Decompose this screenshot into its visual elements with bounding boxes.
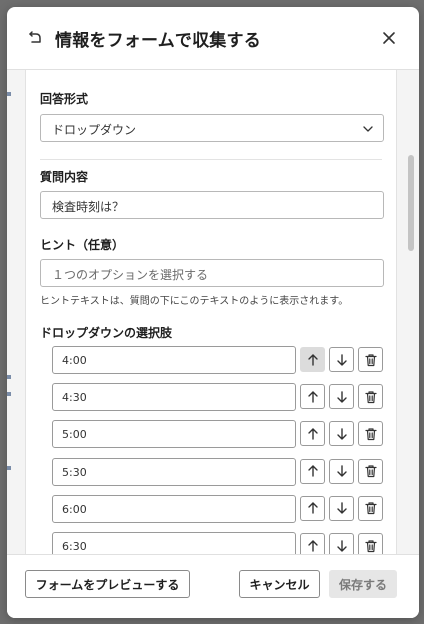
background-mark — [7, 392, 11, 396]
option-input[interactable]: 4:30 — [52, 383, 296, 412]
delete-option-button[interactable] — [358, 458, 383, 484]
move-up-button[interactable] — [300, 347, 325, 372]
trash-icon — [364, 428, 377, 440]
move-down-button[interactable] — [329, 533, 354, 554]
move-up-button[interactable] — [300, 458, 325, 484]
trash-icon — [364, 353, 377, 366]
move-down-button[interactable] — [329, 458, 354, 484]
trash-icon — [364, 539, 377, 552]
dialog-body: 回答形式 ドロップダウン 質問内容 検査時刻は？ ヒント（任意） １つのオプショ… — [7, 70, 419, 554]
option-input[interactable]: 4:00 — [52, 346, 296, 374]
dialog-header: 情報をフォームで収集する — [7, 7, 419, 70]
delete-option-button[interactable] — [358, 384, 383, 410]
move-up-button[interactable] — [300, 533, 325, 554]
delete-option-button[interactable] — [358, 347, 383, 372]
move-up-button[interactable] — [300, 384, 325, 410]
arrow-down-icon — [336, 502, 347, 514]
form-collect-icon — [29, 31, 41, 43]
hint-input[interactable]: １つのオプションを選択する — [40, 259, 384, 287]
move-down-button[interactable] — [329, 495, 354, 521]
cancel-button[interactable]: キャンセル — [239, 570, 320, 598]
scrollbar-thumb[interactable] — [408, 155, 414, 251]
section-divider — [40, 159, 382, 160]
delete-option-button[interactable] — [358, 421, 383, 447]
trash-icon — [364, 502, 377, 515]
preview-form-button[interactable]: フォームをプレビューする — [25, 570, 190, 598]
dialog-title: 情報をフォームで収集する — [55, 31, 261, 51]
arrow-down-icon — [336, 539, 347, 552]
arrow-up-icon — [307, 428, 318, 440]
option-row: 5:00 — [52, 420, 384, 449]
delete-option-button[interactable] — [358, 495, 383, 521]
move-down-button[interactable] — [329, 421, 354, 447]
option-row: 4:00 — [52, 346, 384, 374]
move-up-button[interactable] — [300, 421, 325, 447]
dropdown-options-label: ドロップダウンの選択肢 — [40, 326, 173, 340]
arrow-down-icon — [336, 428, 347, 440]
option-input[interactable]: 5:00 — [52, 420, 296, 449]
arrow-down-icon — [336, 390, 347, 403]
move-down-button[interactable] — [329, 384, 354, 410]
collect-info-dialog: 情報をフォームで収集する 回答形式 ドロップダウン 質問内容 検査時刻は？ ヒン… — [7, 7, 419, 618]
hint-placeholder: １つのオプションを選択する — [52, 268, 209, 282]
answer-format-select[interactable]: ドロップダウン — [40, 114, 384, 142]
background-mark — [7, 375, 11, 379]
arrow-up-icon — [307, 390, 318, 403]
arrow-up-icon — [307, 465, 318, 477]
answer-format-value: ドロップダウン — [52, 123, 137, 137]
question-value: 検査時刻は？ — [52, 200, 125, 214]
option-input[interactable]: 6:30 — [52, 532, 296, 554]
chevron-down-icon — [363, 126, 373, 132]
option-row: 4:30 — [52, 383, 384, 412]
move-up-button[interactable] — [300, 495, 325, 521]
arrow-down-icon — [336, 465, 347, 477]
option-input[interactable]: 6:00 — [52, 494, 296, 523]
background-page-strip — [7, 70, 25, 554]
arrow-up-icon — [307, 539, 318, 552]
option-input[interactable]: 5:30 — [52, 457, 296, 486]
hint-label: ヒント（任意） — [40, 238, 125, 252]
option-row: 6:30 — [52, 532, 384, 554]
option-row: 5:30 — [52, 457, 384, 486]
arrow-up-icon — [307, 502, 318, 514]
arrow-up-icon — [307, 353, 318, 366]
trash-icon — [364, 465, 377, 478]
question-input[interactable]: 検査時刻は？ — [40, 191, 384, 219]
save-button[interactable]: 保存する — [329, 570, 397, 598]
question-label: 質問内容 — [40, 170, 89, 184]
delete-option-button[interactable] — [358, 533, 383, 554]
answer-format-label: 回答形式 — [40, 92, 89, 106]
dialog-footer: フォームをプレビューする キャンセル 保存する — [7, 554, 419, 618]
arrow-down-icon — [336, 353, 347, 366]
hint-help-text: ヒントテキストは、質問の下にこのテキストのように表示されます。 — [40, 296, 349, 307]
option-row: 6:00 — [52, 494, 384, 523]
trash-icon — [364, 391, 377, 403]
form-editor-panel: 回答形式 ドロップダウン 質問内容 検査時刻は？ ヒント（任意） １つのオプショ… — [25, 70, 397, 554]
move-down-button[interactable] — [329, 347, 354, 372]
background-mark — [7, 466, 11, 470]
background-mark — [7, 92, 11, 96]
close-icon[interactable] — [379, 28, 399, 48]
